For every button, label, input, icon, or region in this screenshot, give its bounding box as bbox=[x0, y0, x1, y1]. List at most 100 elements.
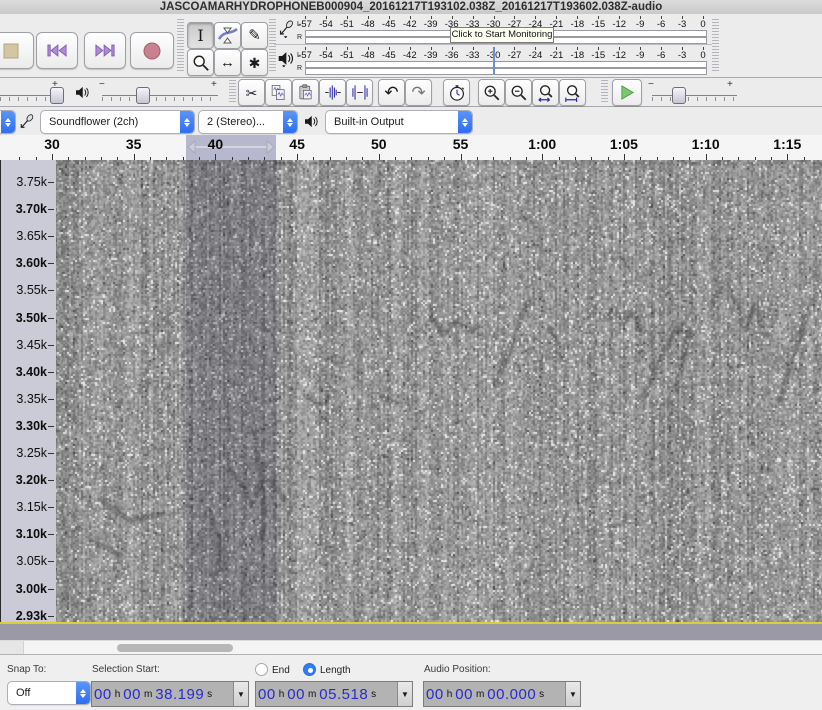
speed-slider-plus: + bbox=[727, 80, 733, 90]
meter-db-label: -54 bbox=[319, 19, 333, 30]
meter-db-label: -51 bbox=[340, 19, 354, 30]
playback-volume-speaker-icon bbox=[74, 85, 90, 100]
skip-to-start-button[interactable] bbox=[36, 32, 78, 69]
output-speaker-icon bbox=[303, 114, 319, 129]
freq-tick bbox=[48, 480, 54, 481]
meter-db-label: -9 bbox=[636, 19, 644, 30]
meter-db-label: -15 bbox=[591, 50, 605, 61]
speaker-icon bbox=[277, 50, 294, 67]
sync-lock-button[interactable] bbox=[443, 79, 470, 106]
playback-meter-bar-right bbox=[305, 68, 707, 75]
skip-to-end-button[interactable] bbox=[84, 32, 126, 69]
stop-button[interactable] bbox=[0, 32, 34, 69]
freq-tick bbox=[48, 290, 54, 291]
zoom-in-button[interactable] bbox=[478, 79, 505, 106]
freq-tick bbox=[48, 182, 54, 183]
draw-tool-icon: ✎ bbox=[248, 28, 261, 43]
meter-db-label: -57 bbox=[298, 19, 312, 30]
edit-toolbar-grabber[interactable] bbox=[601, 80, 608, 104]
horizontal-scrollbar[interactable] bbox=[0, 640, 822, 655]
meter-db-label: -12 bbox=[612, 19, 626, 30]
copy-button[interactable] bbox=[265, 79, 292, 106]
freq-tick bbox=[48, 209, 54, 210]
selection-tool-button[interactable]: I bbox=[187, 22, 214, 49]
output-device-dropdown[interactable]: Built-in Output bbox=[325, 110, 473, 134]
timeline-label: 1:05 bbox=[610, 136, 638, 152]
input-channels-dropdown[interactable]: 2 (Stereo)... bbox=[198, 110, 298, 134]
silence-audio-button[interactable] bbox=[346, 79, 373, 106]
selection-start-hours: 00 bbox=[92, 686, 114, 703]
playback-volume-track[interactable] bbox=[102, 95, 218, 96]
clipped-device-dropdown[interactable] bbox=[0, 110, 16, 134]
skip-to-end-icon bbox=[95, 43, 115, 58]
paste-button[interactable] bbox=[292, 79, 319, 106]
freq-label: 3.60k bbox=[16, 256, 47, 270]
tools-toolbar-grabber[interactable] bbox=[269, 19, 276, 73]
timeshift-tool-button[interactable]: ↔ bbox=[214, 49, 241, 76]
meter-toolbar-grabber[interactable] bbox=[712, 19, 719, 73]
meter-db-label: -18 bbox=[570, 50, 584, 61]
fit-selection-button[interactable] bbox=[532, 79, 559, 106]
output-device-value: Built-in Output bbox=[326, 116, 458, 128]
field-dropdown-arrow-icon[interactable]: ▼ bbox=[233, 682, 248, 706]
draw-tool-button[interactable]: ✎ bbox=[241, 22, 268, 49]
freq-tick bbox=[48, 453, 54, 454]
envelope-tool-button[interactable] bbox=[214, 22, 241, 49]
meter-db-label: -27 bbox=[508, 50, 522, 61]
meter-divider bbox=[274, 44, 712, 45]
record-volume-slider[interactable] bbox=[50, 87, 64, 104]
timeline-ruler[interactable]: 3035404550551:001:051:101:15 bbox=[0, 135, 822, 161]
frequency-ruler[interactable]: 3.80k3.75k3.70k3.65k3.60k3.55k3.50k3.45k… bbox=[0, 160, 56, 622]
track-area: 3.80k3.75k3.70k3.65k3.60k3.55k3.50k3.45k… bbox=[0, 160, 822, 622]
speed-slider-track[interactable] bbox=[652, 95, 737, 96]
field-dropdown-arrow-icon[interactable]: ▼ bbox=[565, 682, 580, 706]
window-title: JASCOAMARHYDROPHONEB000904_20161217T1931… bbox=[0, 0, 822, 15]
input-device-dropdown[interactable]: Soundflower (2ch) bbox=[40, 110, 195, 134]
snap-to-label: Snap To: bbox=[7, 664, 46, 675]
redo-icon: ↷ bbox=[411, 84, 425, 101]
zoom-tool-button[interactable] bbox=[187, 49, 214, 76]
field-dropdown-arrow-icon[interactable]: ▼ bbox=[397, 682, 412, 706]
end-radio-label: End bbox=[272, 665, 290, 676]
monitoring-tooltip[interactable]: Click to Start Monitoring bbox=[450, 27, 554, 43]
meter-db-label: -36 bbox=[445, 50, 459, 61]
cut-button[interactable]: ✂ bbox=[238, 79, 265, 106]
playback-meter-scale: -57-54-51-48-45-42-39-36-33-30-27-24-21-… bbox=[302, 47, 710, 61]
fit-project-button[interactable] bbox=[559, 79, 586, 106]
redo-button[interactable]: ↷ bbox=[405, 79, 432, 106]
meter-db-label: -9 bbox=[636, 50, 644, 61]
length-minutes: 00 bbox=[285, 686, 307, 703]
selection-start-field[interactable]: 00 h 00 m 38.199 s ▼ bbox=[91, 681, 249, 707]
spectrogram-canvas[interactable] bbox=[55, 160, 822, 622]
record-button[interactable] bbox=[130, 32, 174, 69]
horizontal-scrollbar-thumb[interactable] bbox=[117, 644, 233, 652]
undo-button[interactable]: ↶ bbox=[378, 79, 405, 106]
selection-length-field[interactable]: 00 h 00 m 05.518 s ▼ bbox=[255, 681, 413, 707]
trim-audio-button[interactable] bbox=[319, 79, 346, 106]
play-at-speed-button[interactable] bbox=[612, 79, 642, 106]
toolbar-row-2: + − + ✂ bbox=[0, 78, 822, 107]
envelope-tool-icon bbox=[218, 26, 238, 45]
mixer-toolbar-grabber[interactable] bbox=[229, 80, 236, 104]
selection-start-label: Selection Start: bbox=[92, 664, 160, 675]
transport-toolbar-grabber[interactable] bbox=[177, 19, 184, 73]
snap-to-dropdown[interactable]: Off bbox=[7, 681, 91, 705]
multi-tool-button[interactable]: ✱ bbox=[241, 49, 268, 76]
paste-icon bbox=[297, 84, 314, 101]
device-toolbar: Soundflower (2ch) 2 (Stereo)... Built-in… bbox=[0, 107, 822, 136]
end-radio[interactable] bbox=[255, 663, 268, 676]
length-radio[interactable] bbox=[303, 663, 316, 676]
audio-position-field[interactable]: 00 h 00 m 00.000 s ▼ bbox=[423, 681, 581, 707]
silence-audio-icon bbox=[351, 84, 369, 101]
freq-label-partial: 3.80k bbox=[16, 160, 47, 162]
playback-meter-cursor bbox=[493, 47, 495, 74]
snap-to-value: Off bbox=[8, 687, 76, 699]
speed-slider[interactable] bbox=[672, 87, 686, 104]
freq-tick bbox=[48, 263, 54, 264]
playback-volume-slider[interactable] bbox=[136, 87, 150, 104]
meter-db-label: 0 bbox=[700, 19, 705, 30]
timeshift-tool-icon: ↔ bbox=[220, 55, 235, 70]
zoom-out-button[interactable] bbox=[505, 79, 532, 106]
multi-tool-icon: ✱ bbox=[249, 56, 261, 70]
length-seconds: 05.518 bbox=[317, 686, 370, 703]
